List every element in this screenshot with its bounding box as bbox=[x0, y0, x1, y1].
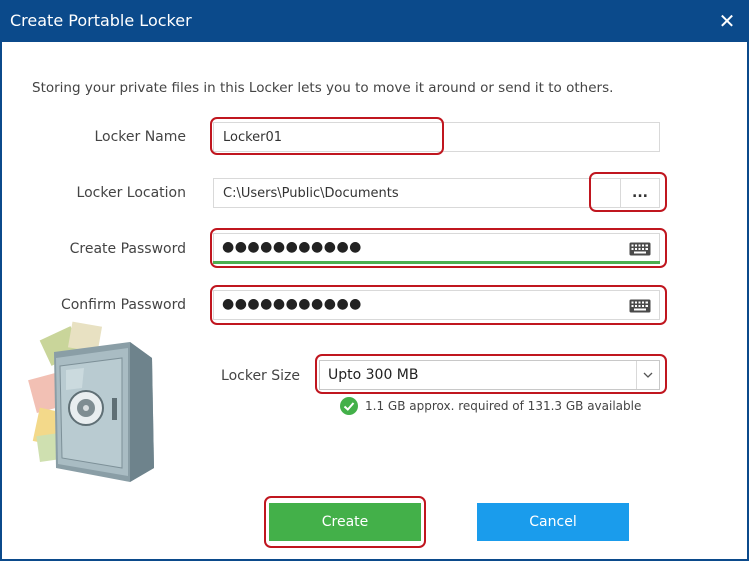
title-bar: Create Portable Locker ✕ bbox=[2, 0, 749, 42]
confirm-password-label: Confirm Password bbox=[60, 297, 186, 313]
description-text: Storing your private files in this Locke… bbox=[32, 80, 614, 96]
keyboard-icon[interactable] bbox=[629, 242, 651, 256]
create-portable-locker-dialog: Create Portable Locker ✕ Storing your pr… bbox=[0, 0, 749, 561]
space-availability-note: 1.1 GB approx. required of 131.3 GB avai… bbox=[340, 396, 641, 416]
close-icon: ✕ bbox=[718, 9, 736, 33]
chevron-down-icon[interactable] bbox=[636, 361, 659, 389]
browse-button[interactable]: ... bbox=[620, 178, 660, 208]
dialog-title: Create Portable Locker bbox=[10, 11, 192, 30]
create-password-input[interactable]: ●●●●●●●●●●● bbox=[213, 233, 660, 264]
locker-name-input[interactable]: Locker01 bbox=[213, 122, 660, 152]
locker-size-dropdown[interactable]: Upto 300 MB bbox=[319, 360, 660, 390]
checkmark-icon bbox=[340, 397, 358, 415]
locker-size-label: Locker Size bbox=[221, 368, 300, 384]
create-button[interactable]: Create bbox=[269, 503, 421, 541]
space-note-text: 1.1 GB approx. required of 131.3 GB avai… bbox=[365, 399, 642, 413]
browse-button-label: ... bbox=[632, 185, 648, 201]
cancel-button-label: Cancel bbox=[529, 514, 577, 530]
create-password-label: Create Password bbox=[69, 241, 186, 257]
keyboard-icon[interactable] bbox=[629, 299, 651, 313]
create-password-value: ●●●●●●●●●●● bbox=[222, 239, 362, 255]
safe-illustration bbox=[28, 321, 154, 482]
confirm-password-value: ●●●●●●●●●●● bbox=[222, 296, 362, 312]
create-button-label: Create bbox=[321, 514, 369, 530]
locker-location-value: C:\Users\Public\Documents bbox=[223, 186, 399, 201]
locker-location-input[interactable]: C:\Users\Public\Documents bbox=[213, 178, 621, 208]
locker-name-label: Locker Name bbox=[94, 129, 186, 145]
confirm-password-input[interactable]: ●●●●●●●●●●● bbox=[213, 290, 660, 320]
locker-name-value: Locker01 bbox=[223, 130, 283, 145]
locker-size-value: Upto 300 MB bbox=[328, 367, 419, 383]
cancel-button[interactable]: Cancel bbox=[477, 503, 629, 541]
password-strength-bar bbox=[213, 261, 660, 264]
locker-location-label: Locker Location bbox=[76, 185, 186, 201]
close-button[interactable]: ✕ bbox=[703, 0, 749, 42]
